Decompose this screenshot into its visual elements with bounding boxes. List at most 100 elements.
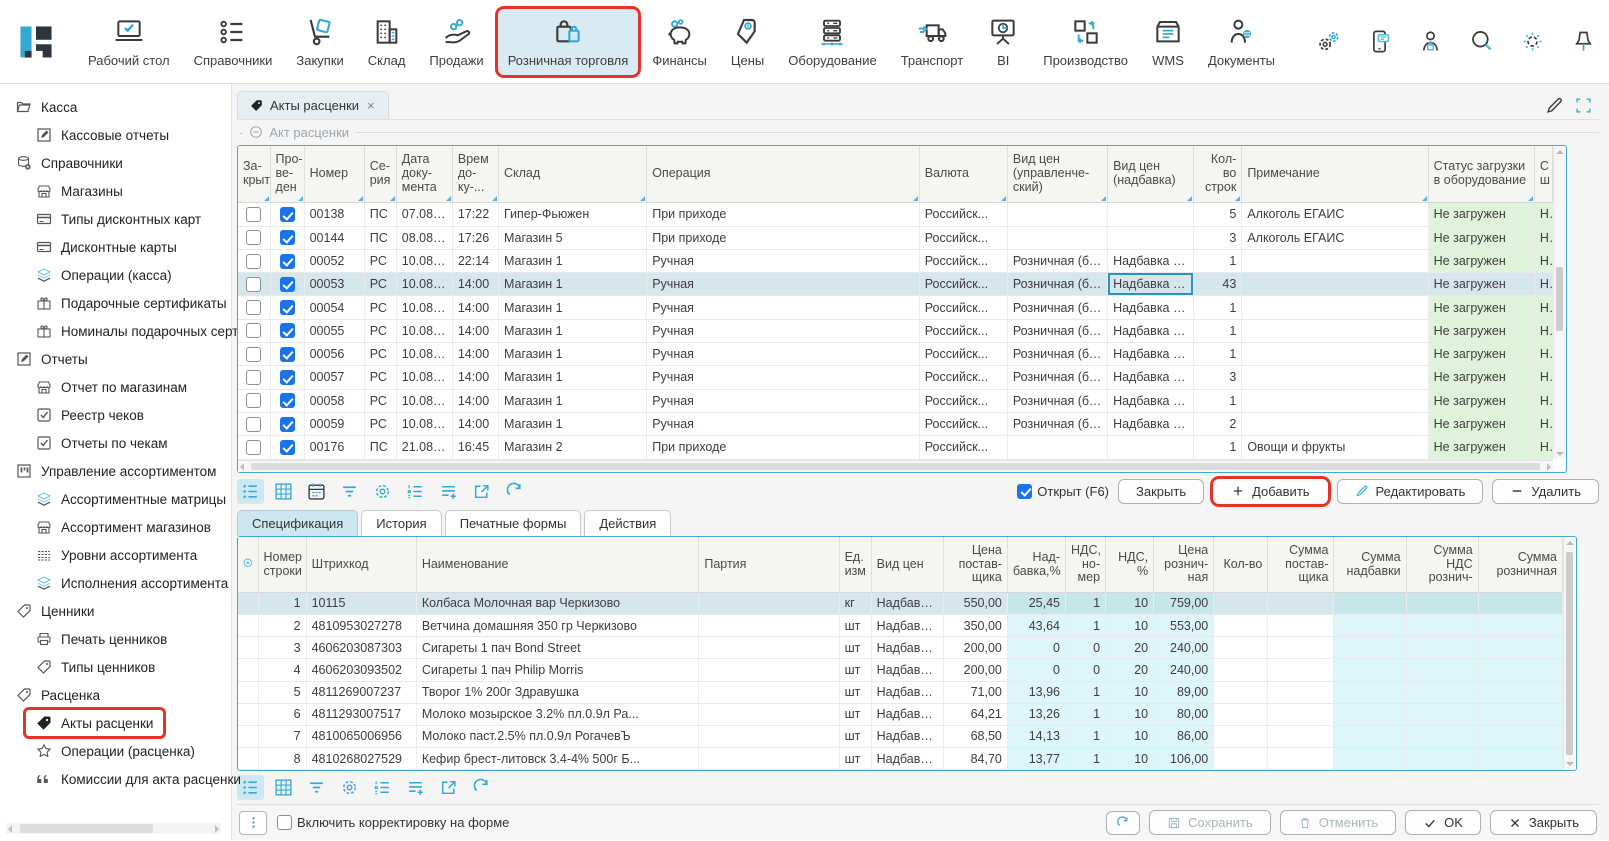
spec-cell-batch[interactable]: [699, 725, 839, 747]
specification-grid-vertical-scrollbar[interactable]: [1563, 538, 1575, 769]
doc-cell-load_status[interactable]: Не загружен: [1428, 226, 1534, 249]
spec-cell-supplier_sum[interactable]: [1268, 659, 1334, 681]
doc-cell-load_status[interactable]: Не загружен: [1428, 296, 1534, 319]
posted-checkbox[interactable]: [280, 323, 295, 338]
spec-cell-batch[interactable]: [699, 592, 839, 614]
spec-cell-qty[interactable]: [1214, 703, 1268, 725]
posted-checkbox[interactable]: [280, 300, 295, 315]
nav-item-transport[interactable]: Транспорт: [891, 9, 974, 75]
doc-cell-posted[interactable]: [270, 366, 304, 389]
spec-cell-unit[interactable]: шт: [839, 681, 871, 703]
spec-column-header-markup_sum[interactable]: Сумма надбавки: [1334, 537, 1406, 592]
spec-table-row[interactable]: 54811269007237Творог 1% 200г Здравушкашт…: [238, 681, 1563, 703]
doc-column-header-row_count[interactable]: Кол-во строк: [1194, 146, 1242, 203]
spec-cell-vat_no[interactable]: 1: [1065, 748, 1105, 770]
spec-cell-retail_sum[interactable]: [1478, 725, 1562, 747]
sidebar-item[interactable]: Расценка: [6, 682, 110, 708]
doc-column-header-series[interactable]: Се- рия: [364, 146, 396, 203]
doc-cell-warehouse[interactable]: Магазин 5: [498, 226, 646, 249]
closed-checkbox[interactable]: [246, 277, 261, 292]
doc-cell-posted[interactable]: [270, 436, 304, 459]
spec-cell-line_no[interactable]: 5: [258, 681, 306, 703]
doc-cell-note[interactable]: Овощи и фрукты: [1242, 436, 1428, 459]
spec-cell-sort[interactable]: [238, 592, 258, 614]
doc-cell-series[interactable]: РС: [364, 249, 396, 272]
spec-cell-retail_sum[interactable]: [1478, 703, 1562, 725]
spec-cell-line_no[interactable]: 2: [258, 614, 306, 636]
sidebar-item[interactable]: Ассортиментные матрицы: [26, 486, 236, 512]
spec-cell-supplier_sum[interactable]: [1268, 725, 1334, 747]
doc-cell-price_type_mgmt[interactable]: Розничная (баз...: [1007, 343, 1107, 366]
spec-cell-retail_price[interactable]: 553,00: [1154, 614, 1214, 636]
doc-cell-price_type_markup[interactable]: Надбавка в %: [1108, 389, 1194, 412]
spec-column-header-vat_pct[interactable]: НДС, %: [1106, 537, 1154, 592]
spec-column-header-qty[interactable]: Кол-во: [1214, 537, 1268, 592]
spec-cell-name[interactable]: Колбаса Молочная вар Черкизово: [416, 592, 699, 614]
detail-tab-действия[interactable]: Действия: [584, 510, 671, 536]
calendar-grid-icon[interactable]: [303, 479, 330, 504]
doc-cell-date[interactable]: 10.08.24: [396, 412, 452, 435]
grid-icon[interactable]: [270, 479, 297, 504]
spec-cell-vat_retail_sum[interactable]: [1406, 659, 1478, 681]
settings-button[interactable]: [1303, 19, 1354, 64]
spec-cell-retail_price[interactable]: 106,00: [1154, 748, 1214, 770]
spec-cell-retail_price[interactable]: 240,00: [1154, 637, 1214, 659]
doc-cell-currency[interactable]: Российск...: [919, 249, 1007, 272]
doc-cell-date[interactable]: 10.08.24: [396, 249, 452, 272]
doc-cell-posted[interactable]: [270, 389, 304, 412]
doc-cell-load_status[interactable]: Не загружен: [1428, 389, 1534, 412]
doc-cell-load_status[interactable]: Не загружен: [1428, 366, 1534, 389]
doc-cell-price_type_mgmt[interactable]: Розничная (баз...: [1007, 249, 1107, 272]
add-list-icon[interactable]: [402, 775, 429, 800]
spec-cell-unit[interactable]: шт: [839, 703, 871, 725]
doc-cell-closed[interactable]: [238, 366, 270, 389]
spec-cell-retail_sum[interactable]: [1478, 637, 1562, 659]
spec-cell-markup_sum[interactable]: [1334, 725, 1406, 747]
spec-cell-qty[interactable]: [1214, 637, 1268, 659]
doc-cell-price_type_mgmt[interactable]: Розничная (баз...: [1007, 389, 1107, 412]
doc-cell-note[interactable]: Алкоголь ЕГАИС: [1242, 226, 1428, 249]
doc-table-row[interactable]: 00054РС10.08.2414:00Магазин 1РучнаяРосси…: [238, 296, 1553, 319]
spec-cell-name[interactable]: Кефир брест-литовск 3.4-4% 500г Б...: [416, 748, 699, 770]
spec-cell-price_type[interactable]: Надбавка ...: [871, 725, 943, 747]
doc-cell-price_type_markup[interactable]: Надбавка в %: [1108, 412, 1194, 435]
doc-cell-currency[interactable]: Российск...: [919, 273, 1007, 296]
doc-cell-series[interactable]: РС: [364, 343, 396, 366]
doc-cell-price_type_markup[interactable]: Надбавка в %: [1108, 273, 1194, 296]
tab-close-icon[interactable]: ×: [366, 98, 376, 113]
doc-cell-number[interactable]: 00056: [304, 343, 364, 366]
doc-cell-row_count[interactable]: 3: [1194, 366, 1242, 389]
spec-cell-vat_pct[interactable]: 10: [1106, 725, 1154, 747]
theme-button[interactable]: [1507, 19, 1558, 64]
spec-cell-name[interactable]: Молоко паст.2.5% пл.0.9л РогачевЪ: [416, 725, 699, 747]
nav-item-finance[interactable]: Финансы: [642, 9, 717, 75]
doc-cell-clipped[interactable]: Н: [1534, 203, 1552, 226]
doc-cell-operation[interactable]: Ручная: [647, 389, 920, 412]
doc-cell-operation[interactable]: При приходе: [647, 226, 920, 249]
grid-icon[interactable]: [270, 775, 297, 800]
open-external-icon[interactable]: [435, 775, 462, 800]
doc-cell-closed[interactable]: [238, 389, 270, 412]
spec-cell-batch[interactable]: [699, 637, 839, 659]
doc-cell-price_type_markup[interactable]: Надбавка в %: [1108, 319, 1194, 342]
doc-cell-warehouse[interactable]: Магазин 1: [498, 412, 646, 435]
doc-column-header-operation[interactable]: Операция: [647, 146, 920, 203]
doc-cell-time[interactable]: 16:45: [452, 436, 498, 459]
gear-icon[interactable]: [369, 479, 396, 504]
documents-grid-vertical-scrollbar[interactable]: [1553, 147, 1565, 459]
spec-column-header-unit[interactable]: Ед. изм: [839, 537, 871, 592]
doc-cell-row_count[interactable]: 5: [1194, 203, 1242, 226]
open-f6-checkbox[interactable]: [1017, 484, 1032, 499]
doc-cell-warehouse[interactable]: Магазин 1: [498, 343, 646, 366]
spec-cell-vat_retail_sum[interactable]: [1406, 681, 1478, 703]
spec-cell-vat_pct[interactable]: 20: [1106, 637, 1154, 659]
posted-checkbox[interactable]: [280, 254, 295, 269]
spec-cell-qty[interactable]: [1214, 681, 1268, 703]
spec-cell-price_type[interactable]: Надбавка ...: [871, 659, 943, 681]
filter-icon[interactable]: [336, 479, 363, 504]
doc-cell-note[interactable]: [1242, 343, 1428, 366]
doc-cell-posted[interactable]: [270, 296, 304, 319]
list-view-icon[interactable]: [237, 479, 264, 504]
doc-table-row[interactable]: 00056РС10.08.2414:00Магазин 1РучнаяРосси…: [238, 343, 1553, 366]
doc-cell-currency[interactable]: Российск...: [919, 319, 1007, 342]
